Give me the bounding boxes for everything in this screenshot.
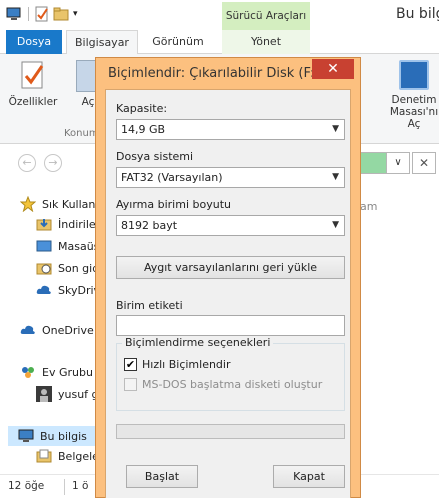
format-progress-bar <box>116 424 345 439</box>
computer-icon <box>18 428 34 444</box>
address-cancel-icon[interactable]: ✕ <box>412 152 436 174</box>
chevron-down-icon: ▼ <box>332 124 339 134</box>
capacity-label: Kapasite: <box>116 102 168 115</box>
filesystem-select[interactable]: FAT32 (Varsayılan) ▼ <box>116 167 345 188</box>
properties-check-icon[interactable] <box>35 6 49 22</box>
control-panel-icon <box>399 60 429 90</box>
capacity-value: 14,9 GB <box>121 123 166 136</box>
tab-manage[interactable]: Yönet <box>222 30 310 54</box>
sidebar-item-label: Masaüs <box>58 239 100 253</box>
tab-computer[interactable]: Bilgisayar <box>66 30 138 55</box>
sidebar-item-onedrive[interactable]: OneDrive <box>20 320 94 340</box>
properties-button[interactable]: Özellikler <box>4 60 62 108</box>
dialog-body: Kapasite: 14,9 GB ▼ Dosya sistemi FAT32 … <box>105 89 351 498</box>
control-panel-button[interactable]: Denetim Masası'nı Aç <box>384 60 439 130</box>
sidebar-item-user[interactable]: yusuf g <box>36 384 99 404</box>
recent-places-icon <box>36 260 52 276</box>
computer-icon[interactable] <box>6 7 22 21</box>
explorer-titlebar: ▾ Sürücü Araçları Bu bilgis <box>0 0 439 30</box>
sidebar-item-label: Ev Grubu <box>42 365 93 379</box>
documents-folder-icon <box>36 448 52 464</box>
qat-dropdown-icon[interactable]: ▾ <box>73 9 78 19</box>
status-divider <box>64 479 65 495</box>
sidebar-item-label: Belgele <box>58 449 99 463</box>
sidebar-item-label: yusuf g <box>58 387 99 401</box>
msdos-disk-label: MS-DOS başlatma disketi oluştur <box>142 378 323 391</box>
restore-defaults-button[interactable]: Aygıt varsayılanlarını geri yükle <box>116 256 345 279</box>
properties-icon <box>18 60 48 92</box>
sidebar-item-label: OneDrive <box>42 323 94 337</box>
new-folder-icon[interactable] <box>53 7 69 21</box>
sidebar-item-downloads[interactable]: İndirile <box>36 214 96 234</box>
homegroup-icon <box>20 364 36 380</box>
tab-view[interactable]: Görünüm <box>142 30 214 54</box>
address-dropdown-icon[interactable]: ∨ <box>386 152 410 174</box>
column-header-fragment: am <box>360 200 378 213</box>
star-icon <box>19 195 37 213</box>
properties-label: Özellikler <box>8 96 58 108</box>
format-options-group <box>116 343 345 411</box>
dialog-title: Biçimlendir: Çıkarılabilir Disk (F:) <box>108 66 320 81</box>
sidebar-item-label: Bu bilgis <box>40 429 87 443</box>
quick-format-label: Hızlı Biçimlendir <box>142 358 231 371</box>
sidebar-item-this-pc[interactable]: Bu bilgis <box>8 426 104 446</box>
format-dialog: Biçimlendir: Çıkarılabilir Disk (F:) ✕ K… <box>95 57 361 498</box>
close-button[interactable]: Kapat <box>273 465 345 488</box>
toolbar-separator <box>28 7 29 21</box>
filesystem-label: Dosya sistemi <box>116 150 194 163</box>
checkbox-checked-icon: ✔ <box>124 358 137 371</box>
window-title: Bu bilgis <box>396 6 439 22</box>
selected-count: 1 ö <box>72 480 89 492</box>
drive-tools-context-tab: Sürücü Araçları <box>222 2 310 30</box>
allocation-label: Ayırma birimi boyutu <box>116 198 231 211</box>
navigation-pane: Sık Kullan İndirile Masaüs Son gid SkyDr… <box>0 184 104 474</box>
sidebar-item-homegroup[interactable]: Ev Grubu <box>20 362 93 382</box>
allocation-value: 8192 bayt <box>121 219 178 232</box>
desktop-icon <box>36 238 52 254</box>
quick-format-checkbox[interactable]: ✔ Hızlı Biçimlendir <box>124 358 231 371</box>
forward-arrow-icon[interactable]: → <box>44 154 62 172</box>
ribbon-group-label: Konum <box>64 128 99 139</box>
sidebar-item-documents[interactable]: Belgele <box>36 446 99 466</box>
close-icon[interactable]: ✕ <box>312 59 354 79</box>
filesystem-value: FAT32 (Varsayılan) <box>121 171 223 184</box>
chevron-down-icon: ▼ <box>332 172 339 182</box>
volume-label-input[interactable] <box>116 315 345 336</box>
user-avatar-icon <box>36 386 52 402</box>
chevron-down-icon: ▼ <box>332 220 339 230</box>
sidebar-item-recent[interactable]: Son gid <box>36 258 99 278</box>
volume-label-label: Birim etiketi <box>116 299 183 312</box>
allocation-select[interactable]: 8192 bayt ▼ <box>116 215 345 236</box>
capacity-select[interactable]: 14,9 GB ▼ <box>116 119 345 140</box>
quick-access-toolbar: ▾ <box>6 6 78 22</box>
ribbon-tab-bar: Dosya Bilgisayar Görünüm Yönet <box>0 30 439 55</box>
sidebar-item-label: Son gid <box>58 261 100 275</box>
back-arrow-icon[interactable]: ← <box>18 154 36 172</box>
downloads-folder-icon <box>36 216 52 232</box>
cloud-icon <box>20 322 36 338</box>
checkbox-unchecked-icon <box>124 378 137 391</box>
sidebar-item-label: SkyDriv <box>58 283 101 297</box>
item-count: 12 öğe <box>8 480 45 492</box>
sidebar-item-label: Sık Kullan <box>42 197 96 211</box>
start-button[interactable]: Başlat <box>126 465 198 488</box>
tab-file[interactable]: Dosya <box>6 30 62 54</box>
msdos-disk-checkbox[interactable]: MS-DOS başlatma disketi oluştur <box>124 378 322 391</box>
sidebar-item-favorites[interactable]: Sık Kullan <box>19 194 96 214</box>
control-panel-label-2: Masası'nı Aç <box>389 106 439 130</box>
sidebar-item-label: İndirile <box>58 217 96 231</box>
format-options-label: Biçimlendirme seçenekleri <box>122 336 274 349</box>
control-panel-label-1: Denetim <box>391 94 437 106</box>
cloud-icon <box>36 282 52 298</box>
sidebar-item-desktop[interactable]: Masaüs <box>36 236 99 256</box>
sidebar-item-skydrive[interactable]: SkyDriv <box>36 280 100 300</box>
